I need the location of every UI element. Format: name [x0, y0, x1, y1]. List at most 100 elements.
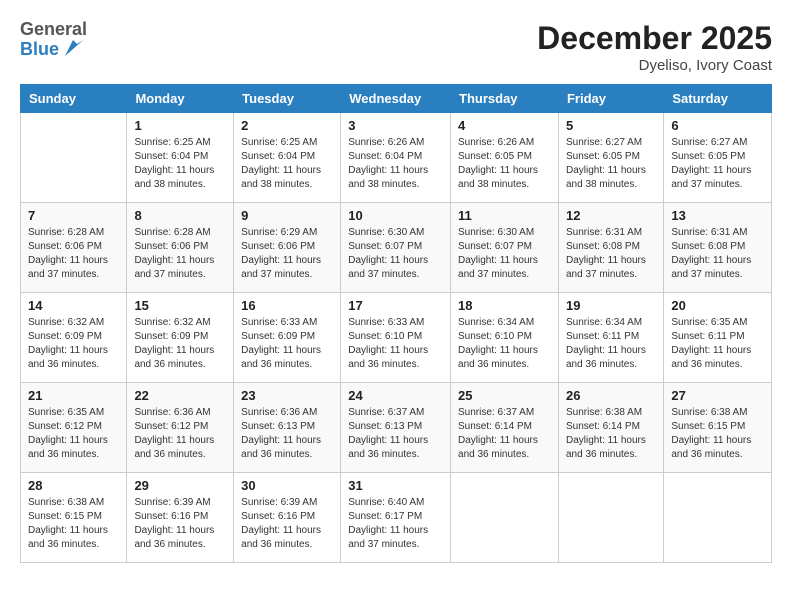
day-info: Sunrise: 6:32 AM Sunset: 6:09 PM Dayligh…	[134, 316, 226, 372]
day-number: 11	[458, 208, 551, 223]
day-number: 13	[671, 208, 764, 223]
day-info: Sunrise: 6:31 AM Sunset: 6:08 PM Dayligh…	[671, 226, 764, 282]
calendar-cell: 1 Sunrise: 6:25 AM Sunset: 6:04 PM Daylig…	[127, 113, 234, 203]
day-of-week-header: Saturday	[664, 85, 772, 113]
day-info: Sunrise: 6:25 AM Sunset: 6:04 PM Dayligh…	[241, 136, 333, 192]
day-of-week-header: Sunday	[21, 85, 127, 113]
day-number: 20	[671, 298, 764, 313]
calendar-cell: 26 Sunrise: 6:38 AM Sunset: 6:14 PM Dayli…	[558, 383, 663, 473]
day-number: 26	[566, 388, 656, 403]
day-number: 25	[458, 388, 551, 403]
calendar-cell: 16 Sunrise: 6:33 AM Sunset: 6:09 PM Dayli…	[234, 293, 341, 383]
day-number: 28	[28, 478, 119, 493]
calendar-cell: 22Sunrise: 6:36 AM Sunset: 6:12 PM Dayli…	[127, 383, 234, 473]
day-number: 22	[134, 388, 226, 403]
calendar-cell: 30 Sunrise: 6:39 AM Sunset: 6:16 PM Dayli…	[234, 473, 341, 563]
day-number: 30	[241, 478, 333, 493]
day-of-week-header: Monday	[127, 85, 234, 113]
month-title: December 2025	[537, 20, 772, 57]
day-number: 27	[671, 388, 764, 403]
calendar-cell	[21, 113, 127, 203]
calendar-cell: 19 Sunrise: 6:34 AM Sunset: 6:11 PM Dayli…	[558, 293, 663, 383]
day-number: 5	[566, 118, 656, 133]
day-info: Sunrise: 6:38 AM Sunset: 6:14 PM Dayligh…	[566, 406, 656, 462]
day-of-week-header: Wednesday	[341, 85, 451, 113]
day-info: Sunrise: 6:36 AM Sunset: 6:13 PM Dayligh…	[241, 406, 333, 462]
calendar-cell: 2 Sunrise: 6:25 AM Sunset: 6:04 PM Daylig…	[234, 113, 341, 203]
page-header: General Blue December 2025 Dyeliso, Ivor…	[20, 20, 772, 74]
calendar-cell	[558, 473, 663, 563]
day-number: 17	[348, 298, 443, 313]
day-number: 12	[566, 208, 656, 223]
day-info: Sunrise: 6:40 AM Sunset: 6:17 PM Dayligh…	[348, 496, 443, 552]
day-info: Sunrise: 6:26 AM Sunset: 6:05 PM Dayligh…	[458, 136, 551, 192]
day-number: 1	[134, 118, 226, 133]
day-info: Sunrise: 6:35 AM Sunset: 6:11 PM Dayligh…	[671, 316, 764, 372]
calendar-cell: 4Sunrise: 6:26 AM Sunset: 6:05 PM Daylig…	[451, 113, 559, 203]
day-number: 6	[671, 118, 764, 133]
calendar-week-row: 14Sunrise: 6:32 AM Sunset: 6:09 PM Dayli…	[21, 293, 772, 383]
day-number: 16	[241, 298, 333, 313]
calendar-cell: 11 Sunrise: 6:30 AM Sunset: 6:07 PM Dayli…	[451, 203, 559, 293]
day-info: Sunrise: 6:39 AM Sunset: 6:16 PM Dayligh…	[241, 496, 333, 552]
calendar-cell: 6 Sunrise: 6:27 AM Sunset: 6:05 PM Daylig…	[664, 113, 772, 203]
calendar-cell: 15 Sunrise: 6:32 AM Sunset: 6:09 PM Dayli…	[127, 293, 234, 383]
calendar-week-row: 28 Sunrise: 6:38 AM Sunset: 6:15 PM Dayli…	[21, 473, 772, 563]
calendar-cell: 5Sunrise: 6:27 AM Sunset: 6:05 PM Daylig…	[558, 113, 663, 203]
day-number: 29	[134, 478, 226, 493]
calendar-cell: 27 Sunrise: 6:38 AM Sunset: 6:15 PM Dayli…	[664, 383, 772, 473]
day-info: Sunrise: 6:34 AM Sunset: 6:10 PM Dayligh…	[458, 316, 551, 372]
day-of-week-header: Tuesday	[234, 85, 341, 113]
day-info: Sunrise: 6:38 AM Sunset: 6:15 PM Dayligh…	[671, 406, 764, 462]
day-info: Sunrise: 6:37 AM Sunset: 6:13 PM Dayligh…	[348, 406, 443, 462]
logo-text: General Blue	[20, 20, 87, 60]
calendar-header: SundayMondayTuesdayWednesdayThursdayFrid…	[21, 85, 772, 113]
day-info: Sunrise: 6:39 AM Sunset: 6:16 PM Dayligh…	[134, 496, 226, 552]
calendar-cell: 23 Sunrise: 6:36 AM Sunset: 6:13 PM Dayli…	[234, 383, 341, 473]
day-info: Sunrise: 6:38 AM Sunset: 6:15 PM Dayligh…	[28, 496, 119, 552]
day-number: 23	[241, 388, 333, 403]
calendar-cell: 29 Sunrise: 6:39 AM Sunset: 6:16 PM Dayli…	[127, 473, 234, 563]
day-info: Sunrise: 6:37 AM Sunset: 6:14 PM Dayligh…	[458, 406, 551, 462]
day-number: 8	[134, 208, 226, 223]
day-info: Sunrise: 6:30 AM Sunset: 6:07 PM Dayligh…	[348, 226, 443, 282]
day-number: 10	[348, 208, 443, 223]
day-of-week-header: Friday	[558, 85, 663, 113]
calendar-cell: 25 Sunrise: 6:37 AM Sunset: 6:14 PM Dayli…	[451, 383, 559, 473]
calendar-cell: 20 Sunrise: 6:35 AM Sunset: 6:11 PM Dayli…	[664, 293, 772, 383]
day-info: Sunrise: 6:26 AM Sunset: 6:04 PM Dayligh…	[348, 136, 443, 192]
day-number: 7	[28, 208, 119, 223]
calendar-cell: 31 Sunrise: 6:40 AM Sunset: 6:17 PM Dayli…	[341, 473, 451, 563]
calendar-cell: 13 Sunrise: 6:31 AM Sunset: 6:08 PM Dayli…	[664, 203, 772, 293]
calendar-cell: 3 Sunrise: 6:26 AM Sunset: 6:04 PM Daylig…	[341, 113, 451, 203]
calendar-cell	[664, 473, 772, 563]
calendar-table: SundayMondayTuesdayWednesdayThursdayFrid…	[20, 84, 772, 563]
calendar-cell: 17 Sunrise: 6:33 AM Sunset: 6:10 PM Dayli…	[341, 293, 451, 383]
calendar-cell: 10 Sunrise: 6:30 AM Sunset: 6:07 PM Dayli…	[341, 203, 451, 293]
day-number: 19	[566, 298, 656, 313]
day-info: Sunrise: 6:28 AM Sunset: 6:06 PM Dayligh…	[28, 226, 119, 282]
day-info: Sunrise: 6:30 AM Sunset: 6:07 PM Dayligh…	[458, 226, 551, 282]
day-number: 3	[348, 118, 443, 133]
day-number: 15	[134, 298, 226, 313]
calendar-cell: 14Sunrise: 6:32 AM Sunset: 6:09 PM Dayli…	[21, 293, 127, 383]
day-info: Sunrise: 6:27 AM Sunset: 6:05 PM Dayligh…	[671, 136, 764, 192]
day-number: 21	[28, 388, 119, 403]
day-info: Sunrise: 6:35 AM Sunset: 6:12 PM Dayligh…	[28, 406, 119, 462]
calendar-cell: 28 Sunrise: 6:38 AM Sunset: 6:15 PM Dayli…	[21, 473, 127, 563]
logo: General Blue	[20, 20, 87, 60]
calendar-week-row: 1 Sunrise: 6:25 AM Sunset: 6:04 PM Daylig…	[21, 113, 772, 203]
calendar-cell: 12 Sunrise: 6:31 AM Sunset: 6:08 PM Dayli…	[558, 203, 663, 293]
day-number: 9	[241, 208, 333, 223]
day-info: Sunrise: 6:31 AM Sunset: 6:08 PM Dayligh…	[566, 226, 656, 282]
day-number: 24	[348, 388, 443, 403]
calendar-cell: 21 Sunrise: 6:35 AM Sunset: 6:12 PM Dayli…	[21, 383, 127, 473]
day-info: Sunrise: 6:34 AM Sunset: 6:11 PM Dayligh…	[566, 316, 656, 372]
calendar-cell: 24 Sunrise: 6:37 AM Sunset: 6:13 PM Dayli…	[341, 383, 451, 473]
day-number: 2	[241, 118, 333, 133]
day-info: Sunrise: 6:29 AM Sunset: 6:06 PM Dayligh…	[241, 226, 333, 282]
day-info: Sunrise: 6:33 AM Sunset: 6:10 PM Dayligh…	[348, 316, 443, 372]
day-info: Sunrise: 6:25 AM Sunset: 6:04 PM Dayligh…	[134, 136, 226, 192]
day-number: 31	[348, 478, 443, 493]
day-info: Sunrise: 6:33 AM Sunset: 6:09 PM Dayligh…	[241, 316, 333, 372]
